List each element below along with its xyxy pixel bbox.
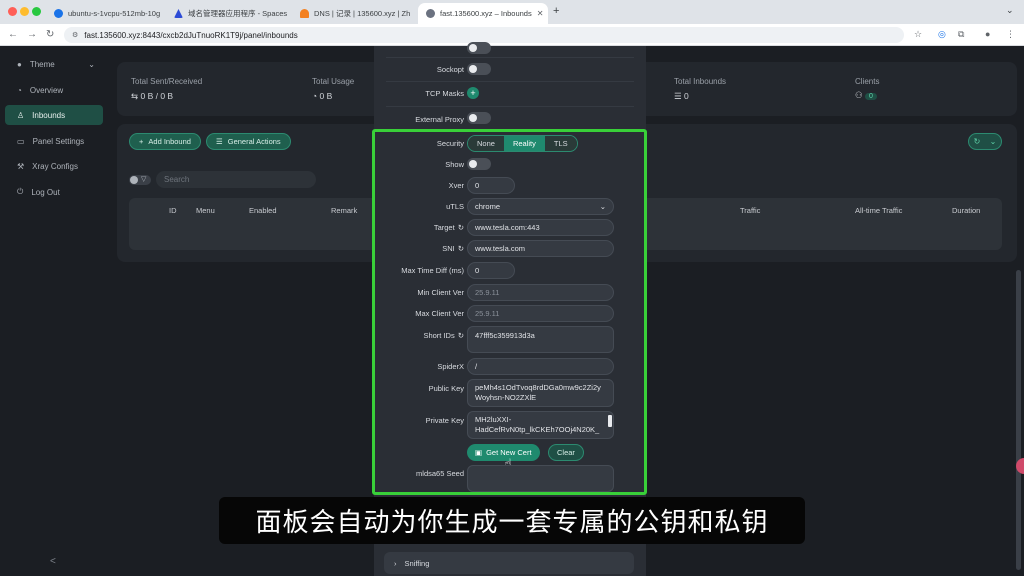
- chevron-down-icon: ⌄: [88, 59, 95, 69]
- minimize-window-icon[interactable]: [20, 7, 29, 16]
- puzzle-icon[interactable]: ⧉: [958, 29, 964, 40]
- site-info-icon[interactable]: ⚙: [72, 31, 78, 39]
- stat-label: Total Sent/Received: [131, 77, 203, 86]
- tab-list-icon[interactable]: ⌄: [1006, 5, 1014, 16]
- settings-icon: ▭: [17, 136, 25, 146]
- sidebar-item-label: Panel Settings: [32, 136, 85, 146]
- toggle-partial[interactable]: [467, 42, 491, 54]
- maximize-window-icon[interactable]: [32, 7, 41, 16]
- toggle-knob: [130, 176, 138, 184]
- back-icon[interactable]: ←: [8, 29, 18, 40]
- stat-value: ⚇ 0: [855, 90, 877, 101]
- stat-value: ⇆ 0 B / 0 B: [131, 91, 174, 101]
- page-scrollbar[interactable]: [1016, 270, 1021, 570]
- browser-toolbar: ← → ↻ ⚙ fast.135600.xyz:8443/cxcb2dJuTnu…: [0, 24, 1024, 46]
- button-label: General Actions: [227, 137, 281, 146]
- profile-avatar[interactable]: ●: [985, 29, 990, 39]
- browser-tab[interactable]: 域名管理器应用程序 - Spaces ✕: [166, 3, 290, 24]
- tab-title: DNS | 记录 | 135600.xyz | Zh: [314, 9, 411, 18]
- tab-title: 域名管理器应用程序 - Spaces: [188, 9, 288, 18]
- reality-settings-highlight: [372, 129, 647, 495]
- address-bar[interactable]: ⚙ fast.135600.xyz:8443/cxcb2dJuTnuoRK1T9…: [64, 27, 904, 43]
- close-tab-icon[interactable]: ✕: [537, 9, 544, 18]
- browser-tab[interactable]: DNS | 记录 | 135600.xyz | Zh ✕: [292, 3, 416, 24]
- sidebar: ● Theme ⌄ ◔ Overview ♙ Inbounds ▭ Panel …: [0, 46, 109, 576]
- general-actions-button[interactable]: ☰ General Actions: [206, 133, 291, 150]
- url-text: fast.135600.xyz:8443/cxcb2dJuTnuoRK1T9j/…: [84, 30, 298, 40]
- bulb-icon: ●: [17, 59, 22, 69]
- sidebar-item-label: Xray Configs: [32, 161, 78, 171]
- filter-toggle[interactable]: ▽: [129, 175, 151, 185]
- user-icon: ♙: [17, 110, 25, 120]
- sidebar-item-label: Overview: [29, 85, 64, 95]
- stat-label: Total Inbounds: [674, 77, 727, 86]
- menu-icon: ☰: [216, 137, 223, 146]
- chevron-down-icon: ⌄: [989, 137, 997, 146]
- add-inbound-button[interactable]: + Add Inbound: [129, 133, 201, 150]
- cloud-icon: [300, 9, 309, 18]
- reload-icon[interactable]: ↻: [46, 29, 54, 40]
- new-tab-icon[interactable]: +: [553, 5, 559, 17]
- divider: [386, 81, 634, 82]
- menu-dots-icon[interactable]: ⋮: [1006, 29, 1015, 40]
- table-header-menu[interactable]: Menu: [196, 206, 215, 215]
- video-subtitle: 面板会自动为你生成一套专属的公钥和私钥: [219, 497, 805, 544]
- search-placeholder: Search: [164, 175, 190, 184]
- collapse-sidebar-icon[interactable]: <: [50, 556, 56, 567]
- table-header-duration[interactable]: Duration: [952, 206, 980, 215]
- external-proxy-label: External Proxy: [415, 115, 464, 124]
- table-header-enabled[interactable]: Enabled: [249, 206, 277, 215]
- extension-icon[interactable]: ◎: [938, 29, 946, 40]
- triangle-icon: [174, 9, 183, 18]
- tool-icon: ⚒: [17, 161, 25, 171]
- browser-tab[interactable]: ubuntu-s-1vcpu-512mb-10g ✕: [46, 3, 164, 24]
- button-label: Add Inbound: [148, 137, 191, 146]
- divider: [386, 57, 634, 58]
- browser-tab-active[interactable]: fast.135600.xyz – Inbounds ✕: [418, 3, 548, 24]
- globe-icon: [54, 9, 63, 18]
- sockopt-toggle[interactable]: [467, 63, 491, 75]
- sockopt-label: Sockopt: [436, 65, 464, 74]
- tcp-masks-row: TCP Masks +: [374, 86, 646, 108]
- refresh-dropdown-button[interactable]: ↻ ⌄: [968, 133, 1002, 150]
- plus-icon: +: [139, 137, 144, 146]
- sidebar-item-log-out[interactable]: ⏻ Log Out: [5, 182, 103, 202]
- external-proxy-toggle[interactable]: [467, 112, 491, 124]
- search-input[interactable]: Search: [156, 171, 316, 188]
- sniffing-label: Sniffing: [404, 558, 430, 568]
- tcp-masks-label: TCP Masks: [425, 89, 464, 98]
- close-window-icon[interactable]: [8, 7, 17, 16]
- sidebar-item-theme[interactable]: ● Theme ⌄: [5, 54, 103, 74]
- bookmark-star-icon[interactable]: ☆: [914, 29, 922, 40]
- table-header-id[interactable]: ID: [169, 206, 177, 215]
- sidebar-item-label: Inbounds: [32, 110, 66, 120]
- stat-label: Total Usage: [312, 77, 355, 86]
- sidebar-item-label: Log Out: [31, 187, 60, 197]
- dashboard-icon: ◔: [17, 85, 22, 95]
- stat-value: ◔ 0 B: [312, 91, 333, 101]
- sidebar-item-inbounds[interactable]: ♙ Inbounds: [5, 105, 103, 125]
- globe-icon: [426, 9, 435, 18]
- chevron-right-icon: ›: [394, 558, 397, 568]
- tab-title: ubuntu-s-1vcpu-512mb-10g: [68, 9, 161, 18]
- table-header-traffic[interactable]: Traffic: [740, 206, 760, 215]
- sidebar-item-overview[interactable]: ◔ Overview: [5, 80, 103, 100]
- sidebar-item-panel-settings[interactable]: ▭ Panel Settings: [5, 131, 103, 151]
- filter-icon: ▽: [141, 176, 147, 183]
- browser-tab-bar: ubuntu-s-1vcpu-512mb-10g ✕ 域名管理器应用程序 - S…: [0, 0, 1024, 24]
- tab-title: fast.135600.xyz – Inbounds: [440, 9, 532, 18]
- sidebar-item-label: Theme: [29, 59, 55, 69]
- forward-icon[interactable]: →: [27, 29, 37, 40]
- refresh-icon: ↻: [973, 137, 981, 146]
- logout-icon: ⏻: [17, 187, 24, 196]
- table-header-all-time-traffic[interactable]: All-time Traffic: [855, 206, 902, 215]
- sniffing-collapse-panel[interactable]: › Sniffing: [384, 552, 634, 574]
- add-tcp-mask-button[interactable]: +: [467, 87, 479, 99]
- stat-value: ☰ 0: [674, 91, 689, 101]
- sidebar-item-xray-configs[interactable]: ⚒ Xray Configs: [5, 156, 103, 176]
- divider: [386, 106, 634, 107]
- close-tab-icon[interactable]: ✕: [415, 9, 416, 18]
- table-header-remark[interactable]: Remark: [331, 206, 357, 215]
- stat-label: Clients: [855, 77, 880, 86]
